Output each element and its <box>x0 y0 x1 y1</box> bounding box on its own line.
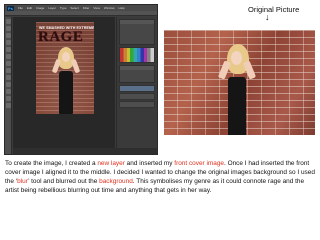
marquee-tool-icon[interactable] <box>6 26 11 31</box>
highlight-blur: blur <box>17 177 29 185</box>
description-paragraph: To create the image, I created a new lay… <box>5 160 316 196</box>
lasso-tool-icon[interactable] <box>6 33 11 38</box>
down-arrow-icon: ↓ <box>265 12 270 22</box>
photoshop-window: Ps File Edit Image Layer Type Select Fil… <box>4 4 158 155</box>
move-tool-icon[interactable] <box>6 19 11 24</box>
type-tool-icon[interactable] <box>6 89 11 94</box>
description-text: To create the image, I created a <box>5 160 98 167</box>
highlight-front-cover-image: front cover image <box>174 160 225 167</box>
blur-tool-icon[interactable] <box>6 75 11 80</box>
highlight-background: background <box>99 177 133 185</box>
crop-tool-icon[interactable] <box>6 40 11 45</box>
clone-stamp-tool-icon[interactable] <box>6 61 11 66</box>
brush-tool-icon[interactable] <box>6 54 11 59</box>
hand-tool-icon[interactable] <box>6 96 11 101</box>
canvas-area[interactable]: WE SMASHED WITH EXTREME VOLUME! RAGE <box>13 17 115 148</box>
color-panel[interactable] <box>119 19 155 45</box>
original-picture-label: Original Picture <box>248 5 300 14</box>
cover-masthead: RAGE <box>38 29 84 45</box>
status-bar <box>13 148 157 154</box>
right-panels <box>116 17 157 148</box>
eyedropper-tool-icon[interactable] <box>6 47 11 52</box>
pen-tool-icon[interactable] <box>6 82 11 87</box>
layer-background[interactable] <box>119 93 155 100</box>
zoom-tool-icon[interactable] <box>6 103 11 108</box>
swatches-panel[interactable] <box>119 47 155 63</box>
tools-panel <box>5 17 12 154</box>
original-picture-image <box>164 30 315 135</box>
adjustments-panel[interactable] <box>119 65 155 83</box>
options-bar <box>5 11 157 16</box>
description-text: ’ tool and blurred out the <box>28 177 100 185</box>
layer-front-cover[interactable] <box>119 85 155 92</box>
layer-item[interactable] <box>119 101 155 108</box>
photoshop-logo: Ps <box>7 5 14 11</box>
description-text: and inserted my <box>124 160 175 167</box>
highlight-new-layer: new layer <box>97 160 125 167</box>
cover-model-image <box>51 47 81 114</box>
original-model-figure <box>217 44 257 135</box>
magazine-cover-document[interactable]: WE SMASHED WITH EXTREME VOLUME! RAGE <box>36 22 94 114</box>
eraser-tool-icon[interactable] <box>6 68 11 73</box>
